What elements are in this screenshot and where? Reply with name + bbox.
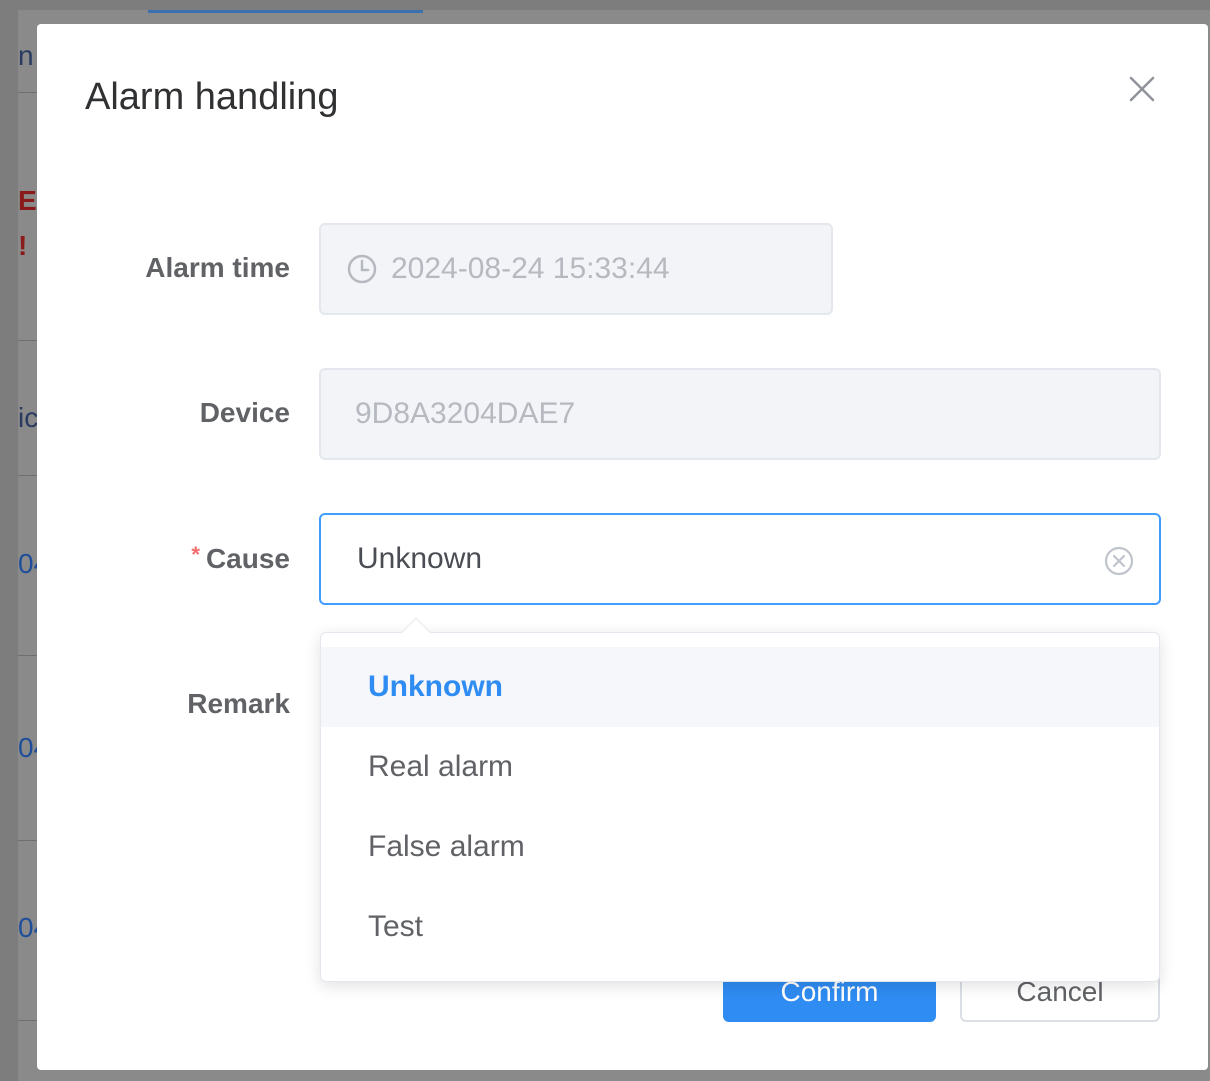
cause-label: * Cause (50, 542, 290, 575)
background-divider (18, 475, 38, 476)
background-tab-underline (148, 10, 423, 13)
cause-label-text: Cause (205, 543, 290, 574)
clock-icon (347, 254, 377, 284)
alarm-handling-dialog: Alarm handling Alarm time 2024-08-24 15:… (37, 24, 1208, 1070)
alarm-time-value: 2024-08-24 15:33:44 (391, 252, 670, 285)
device-value: 9D8A3204DAE7 (355, 397, 576, 430)
dropdown-option-false-alarm[interactable]: False alarm (321, 807, 1159, 887)
close-icon (1129, 76, 1155, 102)
background-text-fragment: E (18, 185, 37, 216)
background-text-fragment: ic (18, 402, 39, 433)
cause-select[interactable]: Unknown (319, 513, 1161, 605)
dropdown-option-unknown[interactable]: Unknown (321, 647, 1159, 727)
background-divider (18, 92, 38, 93)
background-text-fragment: ! (18, 230, 28, 261)
background-divider (18, 655, 38, 656)
alarm-time-input: 2024-08-24 15:33:44 (319, 223, 833, 315)
device-input: 9D8A3204DAE7 (319, 368, 1161, 460)
background-divider (18, 1020, 38, 1021)
required-mark: * (191, 542, 200, 567)
dialog-title: Alarm handling (85, 76, 339, 118)
cause-value: Unknown (357, 542, 483, 575)
dropdown-option-test[interactable]: Test (321, 887, 1159, 967)
alarm-time-label: Alarm time (145, 252, 290, 283)
remark-label: Remark (187, 688, 290, 719)
background-divider (18, 840, 38, 841)
cause-dropdown: Unknown Real alarm False alarm Test (320, 617, 1160, 982)
dropdown-list: Unknown Real alarm False alarm Test (321, 647, 1159, 967)
dropdown-arrow (400, 617, 432, 649)
background-text-fragment: n (18, 40, 34, 71)
circle-x-icon[interactable] (1103, 545, 1135, 577)
background-divider (18, 340, 38, 341)
close-button[interactable] (1121, 68, 1163, 110)
device-label: Device (199, 397, 290, 428)
dropdown-option-real-alarm[interactable]: Real alarm (321, 727, 1159, 807)
